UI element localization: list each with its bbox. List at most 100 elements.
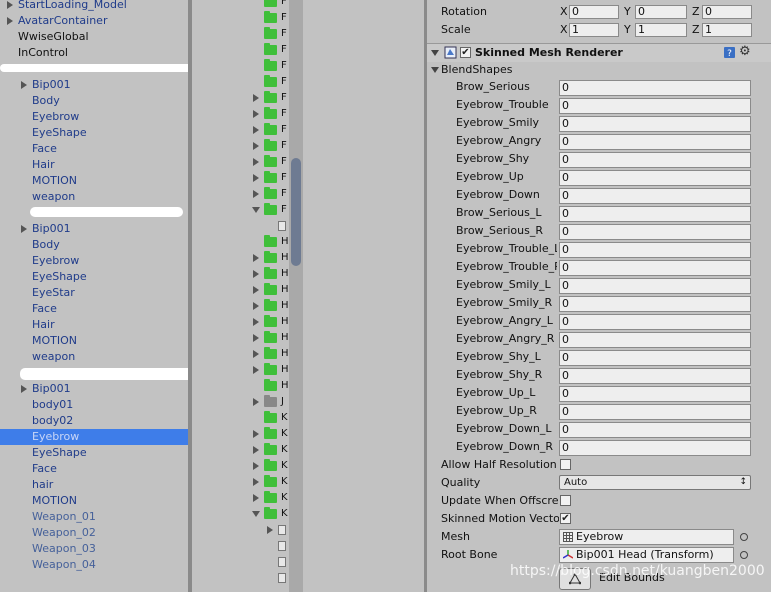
- project-folder-row[interactable]: H: [192, 282, 289, 298]
- hierarchy-item[interactable]: Body: [0, 93, 188, 109]
- project-folder-row[interactable]: F: [192, 74, 289, 90]
- hierarchy-item[interactable]: Face: [0, 301, 188, 317]
- blendshape-value-field[interactable]: 0: [559, 422, 751, 438]
- blendshape-value-field[interactable]: 0: [559, 134, 751, 150]
- hierarchy-item[interactable]: body01: [0, 397, 188, 413]
- expand-arrow-icon[interactable]: [253, 366, 259, 374]
- expand-arrow-icon[interactable]: [253, 430, 259, 438]
- expand-arrow-icon[interactable]: [253, 126, 259, 134]
- hierarchy-item[interactable]: Eyebrow: [0, 109, 188, 125]
- rotation-x-field[interactable]: 0: [569, 5, 619, 19]
- expand-arrow-icon[interactable]: [253, 158, 259, 166]
- skinned-mesh-renderer-header[interactable]: ✔ Skinned Mesh Renderer ? ⚙: [427, 43, 771, 62]
- expand-arrow-icon[interactable]: [253, 318, 259, 326]
- project-folder-row[interactable]: J: [192, 394, 289, 410]
- expand-arrow-icon[interactable]: [253, 94, 259, 102]
- hierarchy-item[interactable]: MOTION: [0, 333, 188, 349]
- expand-arrow-icon[interactable]: [253, 302, 259, 310]
- hierarchy-item[interactable]: Face: [0, 461, 188, 477]
- project-folder-row[interactable]: [192, 522, 289, 538]
- expand-arrow-icon[interactable]: [253, 286, 259, 294]
- hierarchy-item[interactable]: Bip001: [0, 221, 188, 237]
- project-folder-row[interactable]: H: [192, 298, 289, 314]
- skinned-motion-vectors-checkbox[interactable]: ✔: [560, 513, 571, 524]
- gear-icon[interactable]: ⚙: [739, 44, 751, 60]
- expand-arrow-icon[interactable]: [253, 254, 259, 262]
- blendshape-value-field[interactable]: 0: [559, 368, 751, 384]
- project-folder-row[interactable]: F: [192, 202, 289, 218]
- hierarchy-item[interactable]: EyeStar: [0, 285, 188, 301]
- expand-arrow-icon[interactable]: [21, 81, 27, 89]
- expand-arrow-icon[interactable]: [7, 17, 13, 25]
- blendshape-value-field[interactable]: 0: [559, 206, 751, 222]
- hierarchy-item[interactable]: EyeShape: [0, 269, 188, 285]
- expand-arrow-icon[interactable]: [21, 385, 27, 393]
- project-folder-row[interactable]: H: [192, 362, 289, 378]
- project-folder-row[interactable]: [192, 570, 289, 586]
- expand-arrow-icon[interactable]: [252, 511, 260, 517]
- hierarchy-item[interactable]: MOTION: [0, 493, 188, 509]
- project-folder-row[interactable]: K: [192, 490, 289, 506]
- hierarchy-item[interactable]: InControl: [0, 45, 188, 61]
- project-folder-row[interactable]: K: [192, 458, 289, 474]
- blendshape-value-field[interactable]: 0: [559, 350, 751, 366]
- blendshape-value-field[interactable]: 0: [559, 224, 751, 240]
- project-folder-row[interactable]: F: [192, 0, 289, 10]
- project-folder-row[interactable]: H: [192, 330, 289, 346]
- project-scrollbar[interactable]: [289, 0, 303, 592]
- hierarchy-item[interactable]: Bip001: [0, 381, 188, 397]
- hierarchy-item[interactable]: weapon: [0, 189, 188, 205]
- blendshape-value-field[interactable]: 0: [559, 296, 751, 312]
- blendshape-value-field[interactable]: 0: [559, 260, 751, 276]
- blendshape-value-field[interactable]: 0: [559, 170, 751, 186]
- hierarchy-item[interactable]: Weapon_02: [0, 525, 188, 541]
- project-folder-row[interactable]: K: [192, 410, 289, 426]
- component-enabled-checkbox[interactable]: ✔: [460, 47, 471, 58]
- project-folder-row[interactable]: K: [192, 506, 289, 522]
- foldout-arrow-icon[interactable]: [431, 50, 439, 56]
- update-when-offscreen-checkbox[interactable]: [560, 495, 571, 506]
- blendshape-value-field[interactable]: 0: [559, 152, 751, 168]
- project-folder-row[interactable]: H: [192, 314, 289, 330]
- expand-arrow-icon[interactable]: [253, 142, 259, 150]
- blendshape-value-field[interactable]: 0: [559, 242, 751, 258]
- expand-arrow-icon[interactable]: [252, 207, 260, 213]
- hierarchy-item[interactable]: Body: [0, 237, 188, 253]
- quality-dropdown[interactable]: Auto ↕: [559, 475, 751, 490]
- help-book-icon[interactable]: ?: [723, 46, 736, 59]
- project-folder-row[interactable]: F: [192, 58, 289, 74]
- project-folder-row[interactable]: H: [192, 250, 289, 266]
- blendshape-value-field[interactable]: 0: [559, 332, 751, 348]
- blendshape-value-field[interactable]: 0: [559, 404, 751, 420]
- mesh-picker-icon[interactable]: [740, 533, 748, 541]
- root-bone-picker-icon[interactable]: [740, 551, 748, 559]
- hierarchy-item[interactable]: Eyebrow: [0, 253, 188, 269]
- expand-arrow-icon[interactable]: [253, 350, 259, 358]
- expand-arrow-icon[interactable]: [21, 225, 27, 233]
- blendshape-value-field[interactable]: 0: [559, 116, 751, 132]
- hierarchy-item[interactable]: Weapon_01: [0, 509, 188, 525]
- project-folder-row[interactable]: F: [192, 42, 289, 58]
- project-folder-row[interactable]: [192, 218, 289, 234]
- project-folder-row[interactable]: H: [192, 234, 289, 250]
- expand-arrow-icon[interactable]: [253, 446, 259, 454]
- expand-arrow-icon[interactable]: [253, 494, 259, 502]
- project-folder-row[interactable]: K: [192, 442, 289, 458]
- blendshape-value-field[interactable]: 0: [559, 98, 751, 114]
- project-folder-row[interactable]: [192, 554, 289, 570]
- scrollbar-thumb[interactable]: [291, 158, 301, 266]
- hierarchy-item[interactable]: WwiseGlobal: [0, 29, 188, 45]
- blendshape-value-field[interactable]: 0: [559, 440, 751, 456]
- blendshape-value-field[interactable]: 0: [559, 188, 751, 204]
- hierarchy-item[interactable]: Face: [0, 141, 188, 157]
- project-folder-row[interactable]: F: [192, 122, 289, 138]
- expand-arrow-icon[interactable]: [253, 174, 259, 182]
- blendshape-value-field[interactable]: 0: [559, 80, 751, 96]
- root-bone-field[interactable]: Bip001 Head (Transform): [559, 547, 734, 563]
- hierarchy-item[interactable]: hair: [0, 477, 188, 493]
- expand-arrow-icon[interactable]: [253, 190, 259, 198]
- expand-arrow-icon[interactable]: [267, 526, 273, 534]
- expand-arrow-icon[interactable]: [253, 478, 259, 486]
- hierarchy-item[interactable]: StartLoading_Model: [0, 0, 188, 13]
- blendshape-value-field[interactable]: 0: [559, 314, 751, 330]
